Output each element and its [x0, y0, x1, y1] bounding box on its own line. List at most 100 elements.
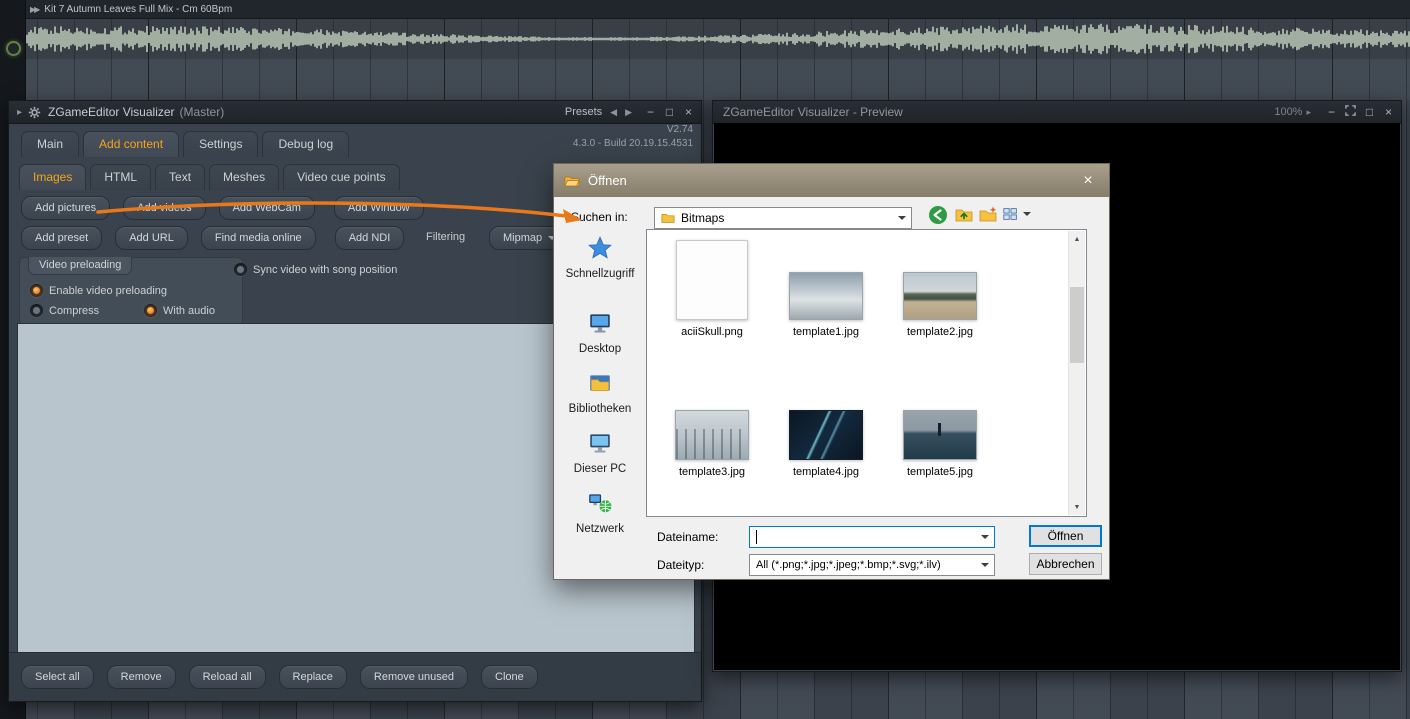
open-button[interactable]: Öffnen — [1029, 525, 1102, 547]
file-thumbnail[interactable] — [789, 410, 863, 460]
tab-settings[interactable]: Settings — [183, 131, 259, 157]
dialog-titlebar[interactable]: Öffnen × — [554, 164, 1109, 197]
zoom-next-icon[interactable]: ▸ — [1306, 107, 1311, 118]
gear-icon[interactable] — [28, 106, 41, 119]
presets-label[interactable]: Presets — [565, 106, 602, 118]
file-thumbnail[interactable] — [903, 410, 977, 460]
file-item[interactable]: aciiSkull.png — [659, 236, 765, 338]
add-ndi-button[interactable]: Add NDI — [334, 226, 405, 250]
sidebar-item-label: Bibliotheken — [568, 403, 632, 415]
clone-button[interactable]: Clone — [481, 665, 538, 689]
scrollbar-thumb[interactable] — [1070, 287, 1084, 363]
sidebar-item-desktop[interactable]: Desktop — [554, 310, 646, 355]
radio-label: With audio — [163, 304, 215, 317]
view-menu-button[interactable] — [1002, 205, 1031, 223]
add-window-button[interactable]: Add Window — [333, 196, 424, 220]
sidebar-item-this-pc[interactable]: Dieser PC — [554, 430, 646, 475]
radio-icon[interactable] — [30, 284, 43, 297]
filtering-label: Filtering — [426, 231, 466, 243]
tab-main[interactable]: Main — [21, 131, 80, 157]
detach-icon[interactable]: ▸ — [17, 107, 22, 118]
minimize-icon[interactable]: − — [1323, 105, 1340, 119]
scroll-down-icon[interactable]: ▼ — [1069, 499, 1085, 515]
remove-button[interactable]: Remove — [106, 665, 176, 689]
file-item[interactable]: template4.jpg — [773, 410, 879, 478]
sidebar-item-quick-access[interactable]: Schnellzugriff — [554, 235, 646, 280]
look-in-dropdown[interactable]: Bitmaps — [654, 207, 912, 229]
add-webcam-button[interactable]: Add WebCam — [218, 196, 315, 220]
file-list-panel[interactable]: aciiSkull.png template1.jpg template2.jp… — [646, 229, 1087, 517]
filetype-dropdown[interactable]: All (*.png;*.jpg;*.jpeg;*.bmp;*.svg;*.il… — [749, 554, 995, 576]
close-icon[interactable]: × — [1380, 105, 1397, 119]
dialog-close-icon[interactable]: × — [1077, 172, 1099, 190]
video-preloading-label: Video preloading — [28, 257, 133, 275]
minimize-icon[interactable]: − — [642, 105, 659, 119]
up-one-level-button[interactable] — [954, 205, 974, 225]
record-indicator-icon[interactable] — [6, 41, 21, 56]
filename-input[interactable] — [749, 526, 995, 548]
mipmap-label: Mipmap — [503, 232, 543, 244]
text-cursor — [756, 530, 757, 544]
add-pictures-button[interactable]: Add pictures — [21, 196, 111, 220]
tab-debug-log[interactable]: Debug log — [262, 131, 350, 157]
maximize-icon[interactable]: □ — [1361, 105, 1378, 119]
new-folder-button[interactable] — [978, 205, 998, 225]
sync-video-option[interactable]: Sync video with song position — [234, 263, 397, 276]
subtab-text[interactable]: Text — [155, 164, 206, 190]
file-thumbnail[interactable] — [676, 240, 748, 320]
radio-icon[interactable] — [234, 263, 247, 276]
with-audio-option[interactable]: With audio — [144, 304, 215, 317]
close-icon[interactable]: × — [680, 105, 697, 119]
file-item[interactable]: template1.jpg — [773, 236, 879, 338]
radio-label: Enable video preloading — [49, 284, 168, 297]
subtab-meshes[interactable]: Meshes — [209, 164, 280, 190]
radio-icon[interactable] — [144, 304, 157, 317]
scroll-up-icon[interactable]: ▲ — [1069, 231, 1085, 247]
playlist-track-header[interactable]: ▶▶ Kit 7 Autumn Leaves Full Mix - Cm 60B… — [0, 0, 1410, 19]
waveform-band[interactable] — [0, 19, 1410, 59]
preset-next-icon[interactable]: ▶ — [625, 107, 632, 118]
preview-titlebar[interactable]: ZGameEditor Visualizer - Preview 100% ▸ … — [713, 101, 1401, 124]
file-item[interactable]: template5.jpg — [887, 410, 993, 478]
preview-zoom-level[interactable]: 100% — [1274, 106, 1302, 118]
maximize-icon[interactable]: □ — [661, 105, 678, 119]
replace-button[interactable]: Replace — [278, 665, 347, 689]
vertical-scrollbar[interactable]: ▲ ▼ — [1068, 231, 1085, 515]
tab-add-content[interactable]: Add content — [83, 131, 180, 157]
add-url-button[interactable]: Add URL — [115, 226, 188, 250]
subtab-html[interactable]: HTML — [90, 164, 152, 190]
dropdown-button[interactable] — [977, 528, 993, 546]
back-button[interactable] — [928, 205, 948, 225]
compress-option[interactable]: Compress — [30, 304, 99, 317]
preset-prev-icon[interactable]: ◀ — [610, 107, 617, 118]
fullscreen-icon[interactable] — [1342, 105, 1359, 119]
file-thumbnail[interactable] — [903, 272, 977, 320]
file-thumbnail[interactable] — [789, 272, 863, 320]
file-name: template5.jpg — [906, 466, 974, 478]
reload-all-button[interactable]: Reload all — [188, 665, 266, 689]
figure-in-water — [938, 423, 941, 436]
sidebar-item-network[interactable]: Netzwerk — [554, 490, 646, 535]
file-item[interactable]: template2.jpg — [887, 236, 993, 338]
filename-label: Dateiname: — [657, 530, 719, 544]
radio-icon[interactable] — [30, 304, 43, 317]
find-media-online-button[interactable]: Find media online — [200, 226, 316, 250]
enable-video-preloading-option[interactable]: Enable video preloading — [30, 284, 167, 297]
file-thumbnail[interactable] — [675, 410, 749, 460]
select-all-button[interactable]: Select all — [21, 665, 94, 689]
sidebar-item-libraries[interactable]: Bibliotheken — [554, 370, 646, 415]
add-preset-button[interactable]: Add preset — [21, 226, 103, 250]
add-videos-button[interactable]: Add videos — [123, 196, 206, 220]
file-item[interactable]: template3.jpg — [659, 410, 765, 478]
remove-unused-button[interactable]: Remove unused — [359, 665, 468, 689]
subtab-video-cue-points[interactable]: Video cue points — [283, 164, 400, 190]
dropdown-button[interactable] — [977, 556, 993, 574]
plugin-titlebar[interactable]: ▸ ZGameEditor Visualizer (Master) Preset… — [9, 101, 701, 124]
track-marker-icon: ▶▶ — [30, 4, 40, 14]
subtab-images[interactable]: Images — [19, 164, 87, 190]
images-actions-row: Select all Remove Reload all Replace Rem… — [9, 652, 701, 701]
cancel-button[interactable]: Abbrechen — [1029, 553, 1102, 575]
dropdown-button[interactable] — [894, 209, 910, 227]
file-name: template2.jpg — [906, 326, 974, 338]
dialog-sidebar: Schnellzugriff Desktop Bibliotheken Dies… — [554, 227, 646, 579]
